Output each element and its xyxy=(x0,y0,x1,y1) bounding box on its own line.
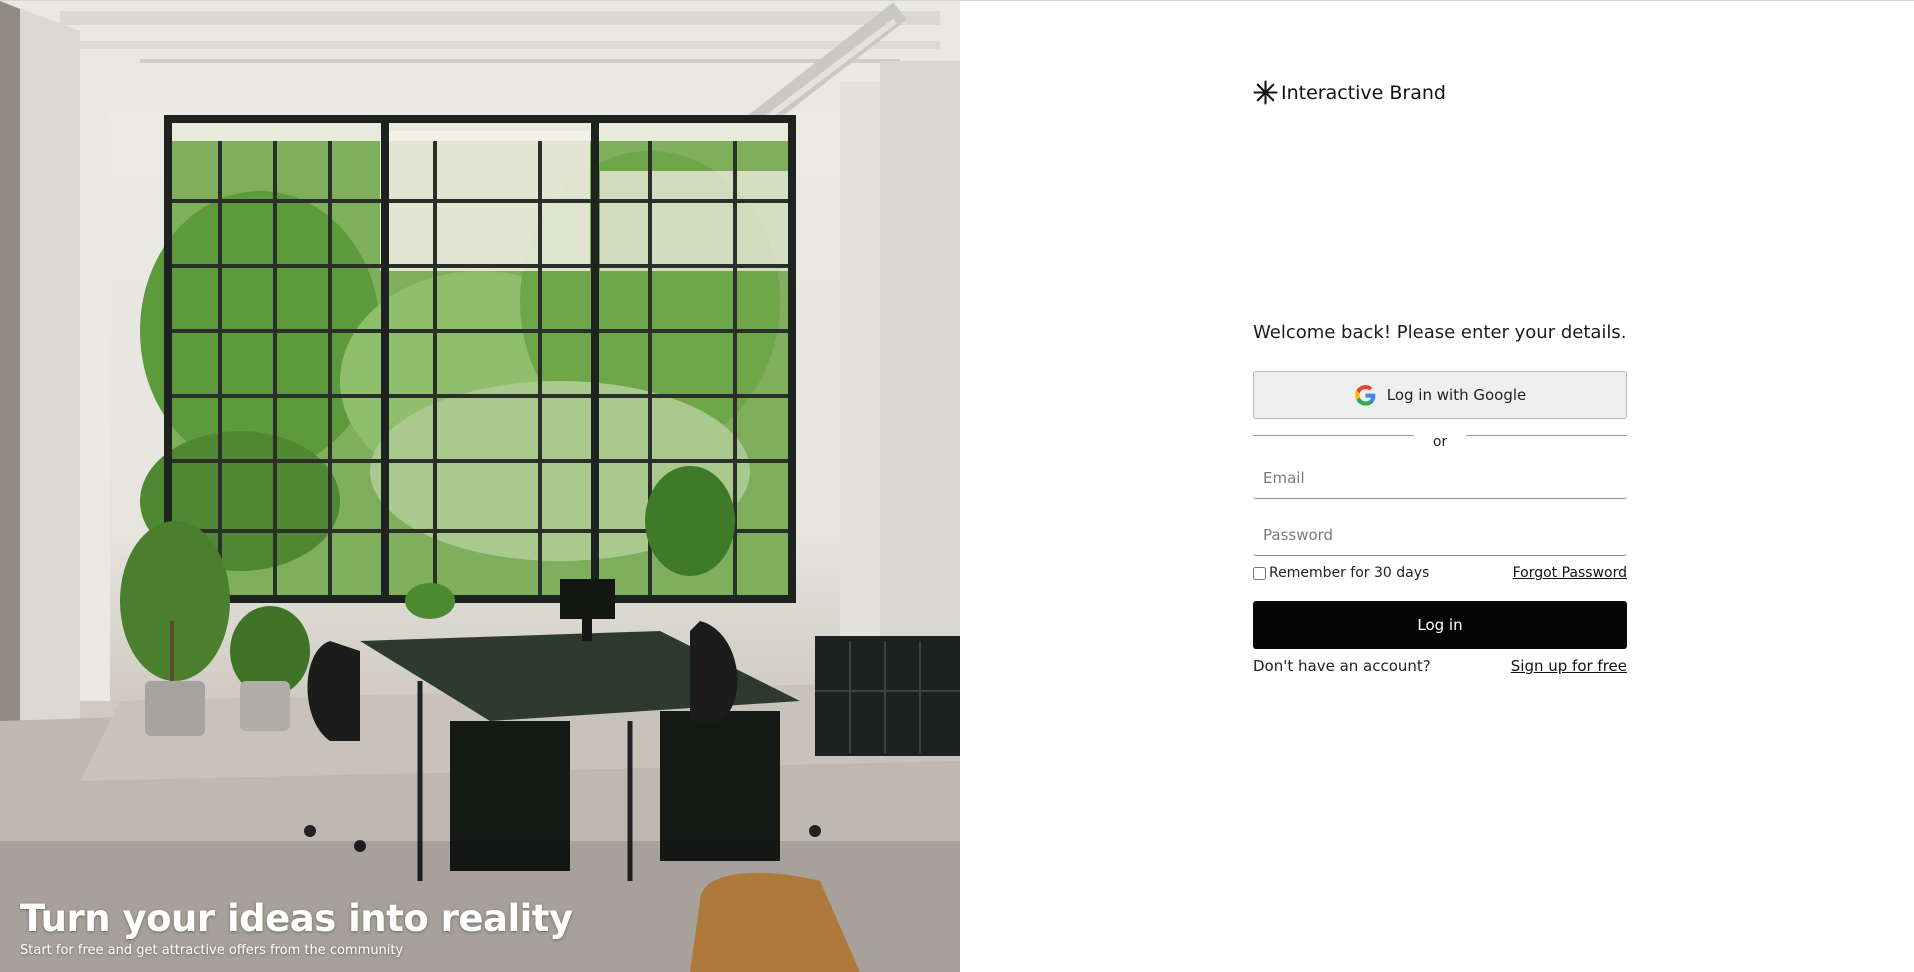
divider-label: or xyxy=(1432,434,1448,450)
signup-row: Don't have an account? Sign up for free xyxy=(1253,657,1627,675)
hero-subtitle: Start for free and get attractive offers… xyxy=(20,943,404,958)
login-options-row: Remember for 30 days Forgot Password xyxy=(1253,564,1627,582)
google-icon xyxy=(1354,384,1376,406)
email-field[interactable] xyxy=(1253,457,1627,499)
hero-title: Turn your ideas into reality xyxy=(20,897,573,941)
or-divider: or xyxy=(1253,427,1627,457)
forgot-password-link[interactable]: Forgot Password xyxy=(1513,565,1627,581)
hero-caption: Turn your ideas into reality Start for f… xyxy=(20,897,573,958)
password-field[interactable] xyxy=(1253,514,1627,556)
google-login-label: Log in with Google xyxy=(1386,386,1527,404)
login-page: Turn your ideas into reality Start for f… xyxy=(0,0,1914,972)
google-login-button[interactable]: Log in with Google xyxy=(1253,371,1627,419)
hero-image-panel: Turn your ideas into reality Start for f… xyxy=(0,1,960,972)
login-form: Welcome back! Please enter your details.… xyxy=(1253,319,1627,675)
remember-checkbox[interactable] xyxy=(1253,566,1266,580)
signup-link[interactable]: Sign up for free xyxy=(1511,657,1627,675)
divider-line-left xyxy=(1253,434,1414,436)
welcome-message: Welcome back! Please enter your details. xyxy=(1253,322,1627,343)
office-photo xyxy=(0,1,960,972)
asterisk-icon xyxy=(1253,80,1278,105)
divider-line-right xyxy=(1466,434,1627,436)
remember-me[interactable]: Remember for 30 days xyxy=(1253,565,1429,581)
remember-label: Remember for 30 days xyxy=(1269,565,1430,581)
brand-name: Interactive Brand xyxy=(1281,81,1446,104)
login-button[interactable]: Log in xyxy=(1253,601,1627,649)
brand-logo[interactable]: Interactive Brand xyxy=(1253,80,1446,105)
login-panel: Interactive Brand Welcome back! Please e… xyxy=(960,1,1914,972)
no-account-text: Don't have an account? xyxy=(1253,657,1431,675)
